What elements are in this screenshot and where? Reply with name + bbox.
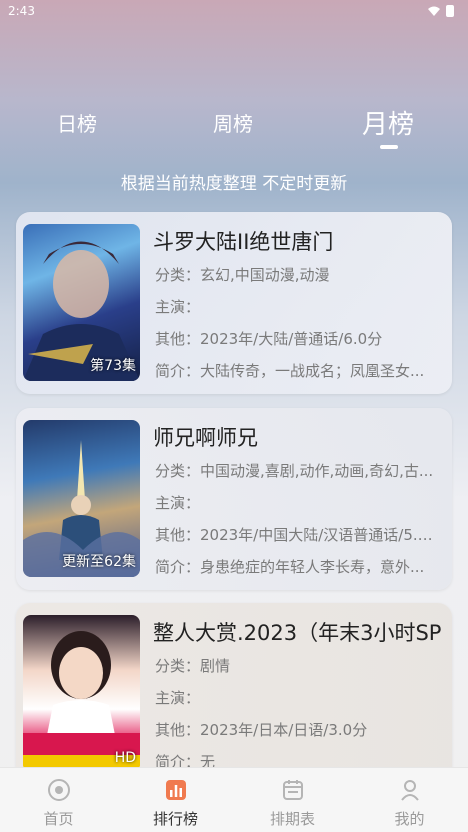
item-title: 斗罗大陆II绝世唐门 bbox=[153, 230, 334, 254]
list-item[interactable]: 更新至62集 师兄啊师兄 分类：中国动漫,喜剧,动作,动画,奇幻,古... 主演… bbox=[16, 408, 452, 590]
page-subtitle: 根据当前热度整理 不定时更新 bbox=[120, 174, 348, 194]
item-cast: 主演： bbox=[155, 298, 201, 316]
episode-badge: 更新至62集 bbox=[62, 554, 136, 570]
item-category: 分类：中国动漫,喜剧,动作,动画,奇幻,古... bbox=[155, 462, 434, 480]
nav-schedule[interactable]: 排期表 bbox=[234, 768, 351, 832]
quality-badge: HD bbox=[114, 750, 136, 766]
nav-home[interactable]: 首页 bbox=[0, 768, 117, 832]
item-other: 其他：2023年/大陆/普通话/6.0分 bbox=[155, 330, 383, 348]
item-title: 师兄啊师兄 bbox=[153, 426, 258, 450]
list-item[interactable]: 第73集 斗罗大陆II绝世唐门 分类：玄幻,中国动漫,动漫 主演： 其他：202… bbox=[16, 212, 452, 394]
calendar-icon bbox=[282, 780, 303, 800]
tab-monthly[interactable]: 月榜 bbox=[362, 104, 414, 141]
poster-image: 更新至62集 bbox=[23, 420, 140, 577]
poster-image: HD bbox=[23, 615, 140, 772]
battery-icon bbox=[446, 5, 454, 17]
item-category: 分类：玄幻,中国动漫,动漫 bbox=[155, 266, 330, 284]
nav-home-label: 首页 bbox=[43, 810, 74, 828]
nav-schedule-label: 排期表 bbox=[269, 810, 315, 828]
tab-weekly[interactable]: 周榜 bbox=[213, 108, 253, 137]
poster-art bbox=[23, 631, 140, 772]
nav-ranking[interactable]: 排行榜 bbox=[117, 768, 234, 832]
item-other: 其他：2023年/日本/日语/3.0分 bbox=[155, 721, 368, 739]
item-cast: 主演： bbox=[155, 689, 201, 707]
nav-profile[interactable]: 我的 bbox=[351, 768, 468, 832]
item-title: 整人大赏.2023（年末3小时SP bbox=[153, 621, 442, 645]
status-time: 2:43 bbox=[8, 4, 35, 18]
ranking-icon bbox=[165, 780, 186, 800]
item-category: 分类：剧情 bbox=[155, 657, 231, 675]
item-other: 其他：2023年/中国大陆/汉语普通话/5.0... bbox=[155, 526, 439, 544]
item-intro: 简介：身患绝症的年轻人李长寿，意外... bbox=[155, 558, 425, 576]
nav-ranking-label: 排行榜 bbox=[152, 810, 198, 828]
bottom-nav: 首页 排行榜 排期表 我的 bbox=[0, 767, 468, 832]
list-item[interactable]: HD 整人大赏.2023（年末3小时SP 分类：剧情 主演： 其他：2023年/… bbox=[16, 603, 452, 793]
tab-daily[interactable]: 日榜 bbox=[57, 108, 97, 137]
poster-image: 第73集 bbox=[23, 224, 140, 381]
status-bar: 2:43 bbox=[0, 0, 468, 22]
profile-icon bbox=[400, 780, 419, 801]
tab-indicator bbox=[380, 145, 398, 149]
home-icon bbox=[47, 779, 70, 801]
item-intro: 简介：大陆传奇，一战成名；凤凰圣女... bbox=[155, 362, 425, 380]
ranking-tabs: 日榜 周榜 月榜 bbox=[0, 108, 468, 158]
nav-profile-label: 我的 bbox=[394, 810, 425, 828]
status-icons bbox=[428, 5, 454, 17]
item-cast: 主演： bbox=[155, 494, 201, 512]
episode-badge: 第73集 bbox=[90, 358, 136, 374]
wifi-icon bbox=[428, 6, 440, 16]
